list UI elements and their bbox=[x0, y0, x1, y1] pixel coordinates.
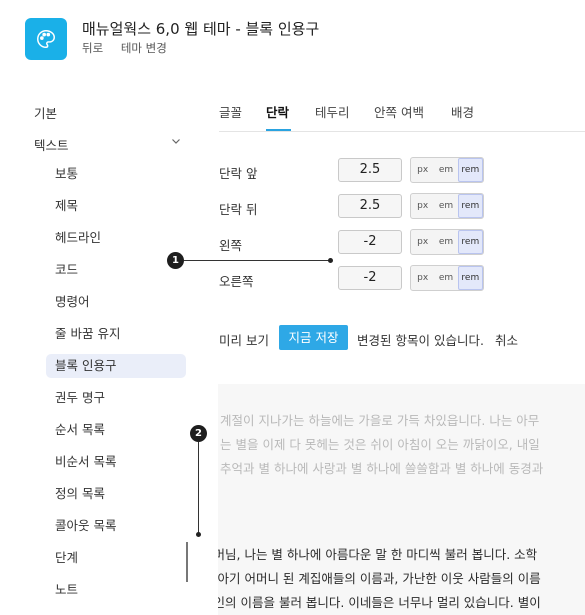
tab-font[interactable]: 글꼴 bbox=[219, 102, 242, 121]
header-links: 뒤로 테마 변경 bbox=[82, 40, 181, 56]
sidebar-item-text[interactable]: 텍스트 bbox=[34, 135, 69, 154]
tab-paragraph[interactable]: 단락 bbox=[266, 102, 289, 121]
preview-paragraph-line: 는 별을 이제 다 못헤는 것은 쉬이 아침이 오는 까닭이오, 내일 bbox=[220, 437, 540, 452]
back-link[interactable]: 뒤로 bbox=[82, 41, 103, 55]
sidebar-item-callout-list[interactable]: 콜아웃 목록 bbox=[46, 514, 186, 538]
space-before-input[interactable]: 2.5 bbox=[338, 158, 402, 182]
preview-blockquote-line: 써 아기 어머니 된 계집애들의 이름과, 가난한 이웃 사람들의 이름 bbox=[218, 571, 541, 586]
unit-rem[interactable]: rem bbox=[457, 266, 483, 290]
space-before-unit-toggle: px em rem bbox=[410, 157, 484, 183]
unit-px[interactable]: px bbox=[411, 266, 434, 290]
tab-background[interactable]: 배경 bbox=[451, 102, 474, 121]
sidebar-item-epigraph[interactable]: 권두 명구 bbox=[46, 386, 186, 410]
preview-paragraph-line: 계절이 지나가는 하늘에는 가을로 가득 차있읍니다. 나는 아무 bbox=[220, 413, 540, 428]
sidebar-item-preformatted[interactable]: 줄 바꿈 유지 bbox=[46, 322, 186, 346]
active-tab-indicator bbox=[266, 129, 291, 131]
sidebar-item-ordered-list[interactable]: 순서 목록 bbox=[46, 418, 186, 442]
right-indent-unit-toggle: px em rem bbox=[410, 265, 484, 291]
sidebar-item-blockquote[interactable]: 블록 인용구 bbox=[46, 354, 186, 378]
sidebar-item-code[interactable]: 코드 bbox=[46, 258, 186, 282]
unit-em[interactable]: em bbox=[434, 158, 457, 182]
sidebar-item-command[interactable]: 명령어 bbox=[46, 290, 186, 314]
palette-icon bbox=[37, 30, 55, 48]
unit-rem[interactable]: rem bbox=[457, 158, 483, 182]
callout-leader-dot bbox=[328, 258, 333, 263]
callout-badge-2: 2 bbox=[190, 425, 207, 442]
page-title: 매뉴얼웍스 6,0 웹 테마 - 블록 인용구 bbox=[82, 20, 320, 38]
space-after-input[interactable]: 2.5 bbox=[338, 194, 402, 218]
sidebar-item-steps[interactable]: 단계 bbox=[46, 546, 186, 570]
right-indent-label: 오른쪽 bbox=[219, 274, 254, 289]
unit-px[interactable]: px bbox=[411, 230, 434, 254]
left-indent-input[interactable]: -2 bbox=[338, 230, 402, 254]
unit-rem[interactable]: rem bbox=[457, 230, 483, 254]
change-theme-link[interactable]: 테마 변경 bbox=[121, 41, 167, 55]
sidebar-item-title[interactable]: 제목 bbox=[46, 194, 186, 218]
right-indent-input[interactable]: -2 bbox=[338, 266, 402, 290]
space-after-unit-toggle: px em rem bbox=[410, 193, 484, 219]
app-icon bbox=[25, 18, 67, 60]
blockquote-border bbox=[186, 542, 188, 582]
sidebar-item-basic[interactable]: 기본 bbox=[34, 103, 57, 122]
left-indent-unit-toggle: px em rem bbox=[410, 229, 484, 255]
tab-padding[interactable]: 안쪽 여백 bbox=[374, 102, 424, 121]
callout-badge-1: 1 bbox=[167, 252, 184, 269]
preview-panel: 계절이 지나가는 하늘에는 가을로 가득 차있읍니다. 나는 아무 는 별을 이… bbox=[218, 384, 585, 615]
preview-label: 미리 보기 bbox=[219, 333, 269, 348]
sidebar-item-normal[interactable]: 보통 bbox=[46, 162, 186, 186]
sidebar-item-note[interactable]: 노트 bbox=[46, 578, 186, 602]
callout-leader-line bbox=[198, 442, 199, 534]
preview-blockquote-line: 시인의 이름을 불러 봅니다. 이네들은 너무나 멀리 있습니다. 별이 bbox=[218, 595, 541, 610]
unit-px[interactable]: px bbox=[411, 158, 434, 182]
sidebar-item-definition-list[interactable]: 정의 목록 bbox=[46, 482, 186, 506]
left-indent-label: 왼쪽 bbox=[219, 238, 243, 253]
cancel-link[interactable]: 취소 bbox=[495, 330, 518, 349]
space-after-label: 단락 뒤 bbox=[219, 202, 258, 217]
chevron-down-icon[interactable] bbox=[170, 135, 182, 147]
tab-bar: 글꼴 단락 테두리 안쪽 여백 배경 bbox=[219, 100, 585, 132]
sidebar-item-headline[interactable]: 헤드라인 bbox=[46, 226, 186, 250]
unit-px[interactable]: px bbox=[411, 194, 434, 218]
unit-em[interactable]: em bbox=[434, 230, 457, 254]
space-before-label: 단락 앞 bbox=[219, 166, 258, 181]
preview-paragraph-line: 추억과 별 하나에 사랑과 별 하나에 쓸쓸함과 별 하나에 동경과 bbox=[220, 461, 544, 476]
unit-em[interactable]: em bbox=[434, 266, 457, 290]
save-now-button[interactable]: 지금 저장 bbox=[279, 325, 348, 350]
unit-rem[interactable]: rem bbox=[457, 194, 483, 218]
callout-leader-dot bbox=[196, 532, 201, 537]
sidebar-item-unordered-list[interactable]: 비순서 목록 bbox=[46, 450, 186, 474]
changes-status-text: 변경된 항목이 있습니다. bbox=[357, 333, 484, 348]
callout-leader-line bbox=[184, 260, 330, 261]
unit-em[interactable]: em bbox=[434, 194, 457, 218]
preview-blockquote-line: 어머님, 나는 별 하나에 아름다운 말 한 마디씩 불러 봅니다. 소학 bbox=[218, 547, 538, 562]
tab-border[interactable]: 테두리 bbox=[315, 102, 350, 121]
